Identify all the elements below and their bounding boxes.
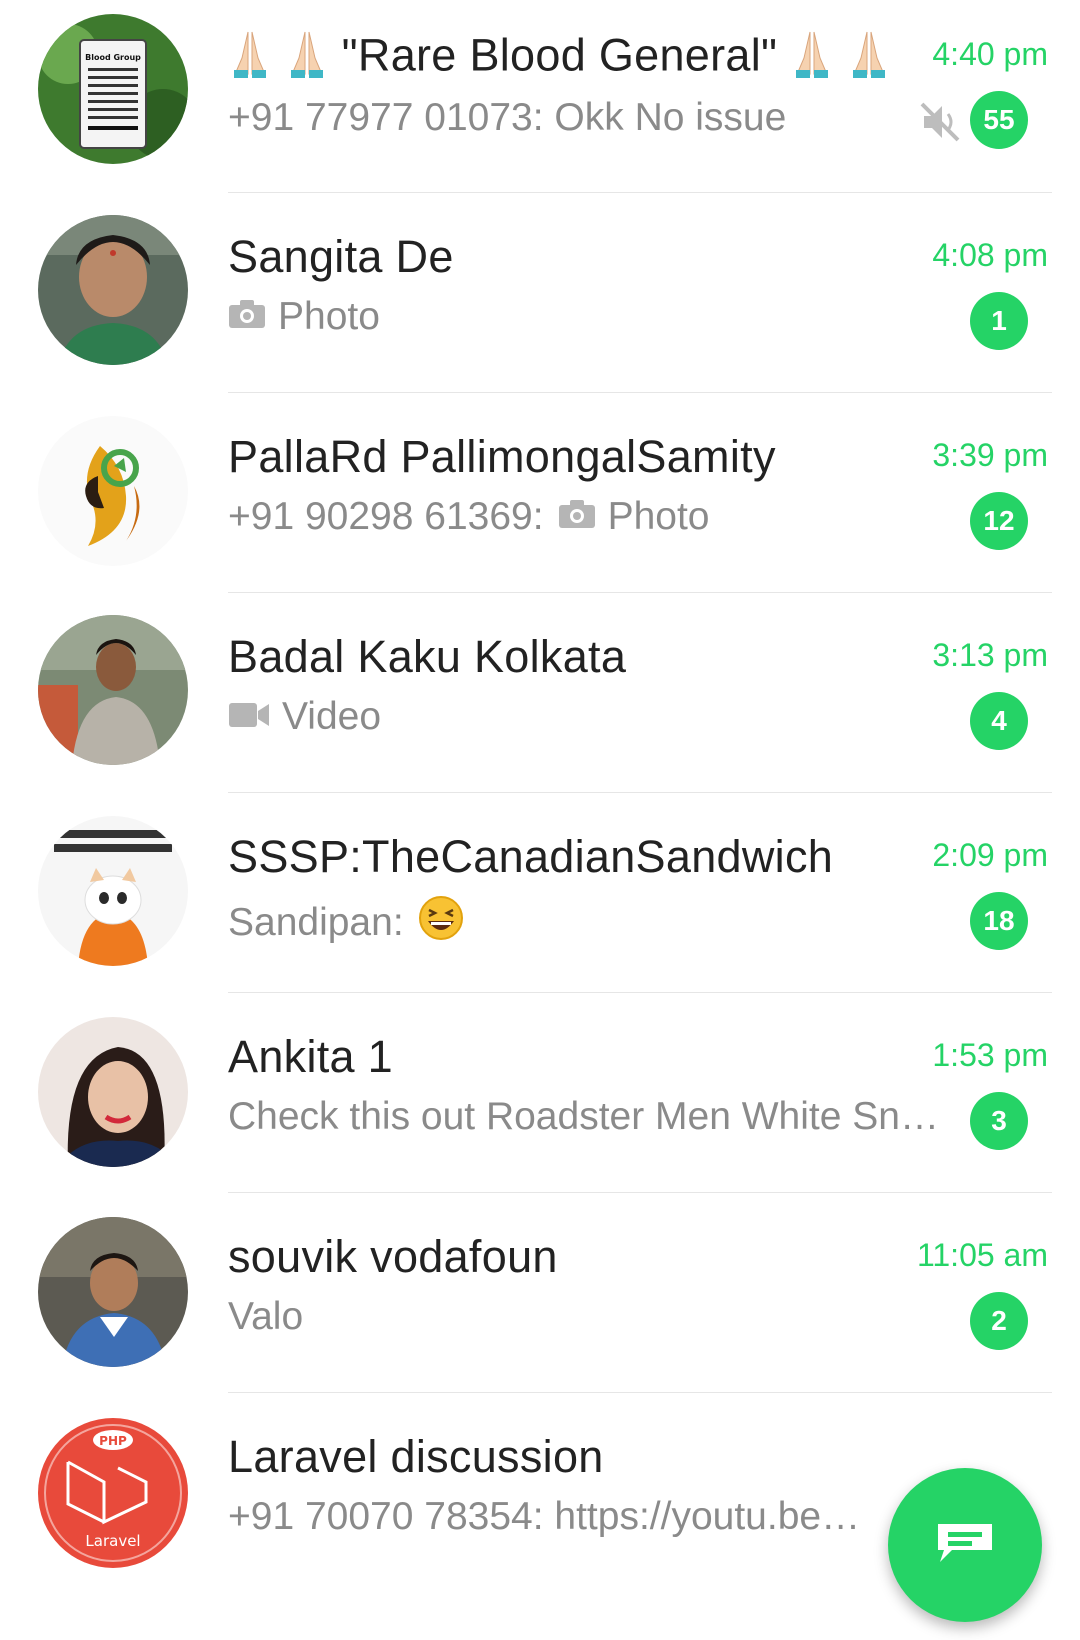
laravel-label: Laravel — [85, 1532, 140, 1550]
folded-hands-emoji — [847, 28, 891, 89]
unread-count-badge: 1 — [970, 292, 1028, 350]
unread-count-badge: 55 — [970, 91, 1028, 149]
avatar[interactable]: PHP Laravel — [38, 1418, 188, 1568]
preview-text: Photo — [607, 495, 710, 538]
chat-preview: +91 70070 78354: https://youtu.be… — [228, 1495, 861, 1538]
chat-preview: Check this out Roadster Men White Sn… — [228, 1095, 939, 1138]
chat-name: "Rare Blood General" — [228, 28, 891, 89]
divider — [228, 792, 1052, 793]
chat-row-badal-kaku-kolkata[interactable]: Badal Kaku Kolkata 3:13 pm Video 4 — [0, 600, 1080, 800]
blood-group-label: Blood Group — [85, 53, 141, 62]
chat-row-sssp-thecanadiansandwich[interactable]: SSSP:TheCanadianSandwich 2:09 pm Sandipa… — [0, 800, 1080, 1000]
divider — [228, 1192, 1052, 1193]
muted-speaker-icon — [918, 100, 962, 149]
avatar[interactable] — [38, 816, 188, 966]
profile-photo-avatar — [38, 615, 188, 765]
video-camera-icon — [228, 695, 270, 739]
divider — [228, 992, 1052, 993]
laravel-logo-avatar: PHP Laravel — [38, 1418, 188, 1568]
profile-photo-avatar — [38, 1217, 188, 1367]
chat-time: 1:53 pm — [932, 1037, 1048, 1073]
chat-name-text: "Rare Blood General" — [341, 29, 778, 81]
camera-icon — [228, 295, 266, 339]
preview-sender: +91 90298 61369: — [228, 495, 544, 538]
unread-count-badge: 4 — [970, 692, 1028, 750]
divider — [228, 1392, 1052, 1393]
chat-name: Ankita 1 — [228, 1031, 393, 1082]
unread-count-badge: 3 — [970, 1092, 1028, 1150]
chat-time: 3:13 pm — [932, 637, 1048, 673]
chat-preview: Video — [228, 695, 381, 739]
grinning-squinting-face-emoji — [418, 895, 464, 951]
avatar[interactable] — [38, 1217, 188, 1367]
folded-hands-emoji — [285, 28, 329, 89]
chat-preview: Sandipan: — [228, 895, 464, 951]
chat-row-rare-blood-general[interactable]: Blood Group "Rare Blood General" 4:40 pm… — [0, 0, 1080, 200]
chat-row-pallard-pallimongalsamity[interactable]: PallaRd PallimongalSamity 3:39 pm +91 90… — [0, 400, 1080, 600]
chat-name: Badal Kaku Kolkata — [228, 631, 627, 682]
preview-text: Video — [282, 695, 382, 738]
chat-row-sangita-de[interactable]: Sangita De 4:08 pm Photo 1 — [0, 200, 1080, 400]
preview-text: Photo — [278, 295, 380, 338]
avatar[interactable] — [38, 416, 188, 566]
chat-preview: +91 90298 61369: Photo — [228, 495, 709, 539]
avatar[interactable] — [38, 215, 188, 365]
chat-time: 4:40 pm — [932, 36, 1048, 72]
chat-time: 2:09 pm — [932, 837, 1048, 873]
divider — [228, 592, 1052, 593]
chat-preview: Valo — [228, 1295, 304, 1338]
blood-group-avatar-image: Blood Group — [38, 14, 188, 164]
avatar[interactable] — [38, 1017, 188, 1167]
avatar[interactable] — [38, 615, 188, 765]
logo-avatar — [38, 416, 188, 566]
preview-text: Sandipan: — [228, 901, 404, 944]
new-chat-button[interactable] — [888, 1468, 1042, 1622]
chat-row-ankita-1[interactable]: Ankita 1 1:53 pm Check this out Roadster… — [0, 1000, 1080, 1200]
unread-count-badge: 18 — [970, 892, 1028, 950]
chat-name: Sangita De — [228, 231, 454, 282]
folded-hands-emoji — [790, 28, 834, 89]
unread-count-badge: 12 — [970, 492, 1028, 550]
divider — [228, 192, 1052, 193]
divider — [228, 392, 1052, 393]
chat-name: PallaRd PallimongalSamity — [228, 431, 776, 482]
chat-row-souvik-vodafoun[interactable]: souvik vodafoun 11:05 am Valo 2 — [0, 1200, 1080, 1400]
chat-time: 4:08 pm — [932, 237, 1048, 273]
unread-count-badge: 2 — [970, 1292, 1028, 1350]
camera-icon — [558, 495, 596, 539]
chat-name: SSSP:TheCanadianSandwich — [228, 831, 834, 882]
new-chat-icon — [934, 1520, 996, 1571]
cat-meme-avatar — [38, 816, 188, 966]
chat-time: 11:05 am — [916, 1237, 1048, 1273]
chat-time: 3:39 pm — [932, 437, 1048, 473]
chat-preview: +91 77977 01073: Okk No issue — [228, 96, 787, 139]
folded-hands-emoji — [228, 28, 272, 89]
php-label: PHP — [99, 1434, 127, 1448]
avatar[interactable]: Blood Group — [38, 14, 188, 164]
profile-photo-avatar — [38, 215, 188, 365]
chat-name: souvik vodafoun — [228, 1231, 558, 1282]
profile-photo-avatar — [38, 1017, 188, 1167]
chat-name: Laravel discussion — [228, 1431, 604, 1482]
chat-preview: Photo — [228, 295, 380, 339]
